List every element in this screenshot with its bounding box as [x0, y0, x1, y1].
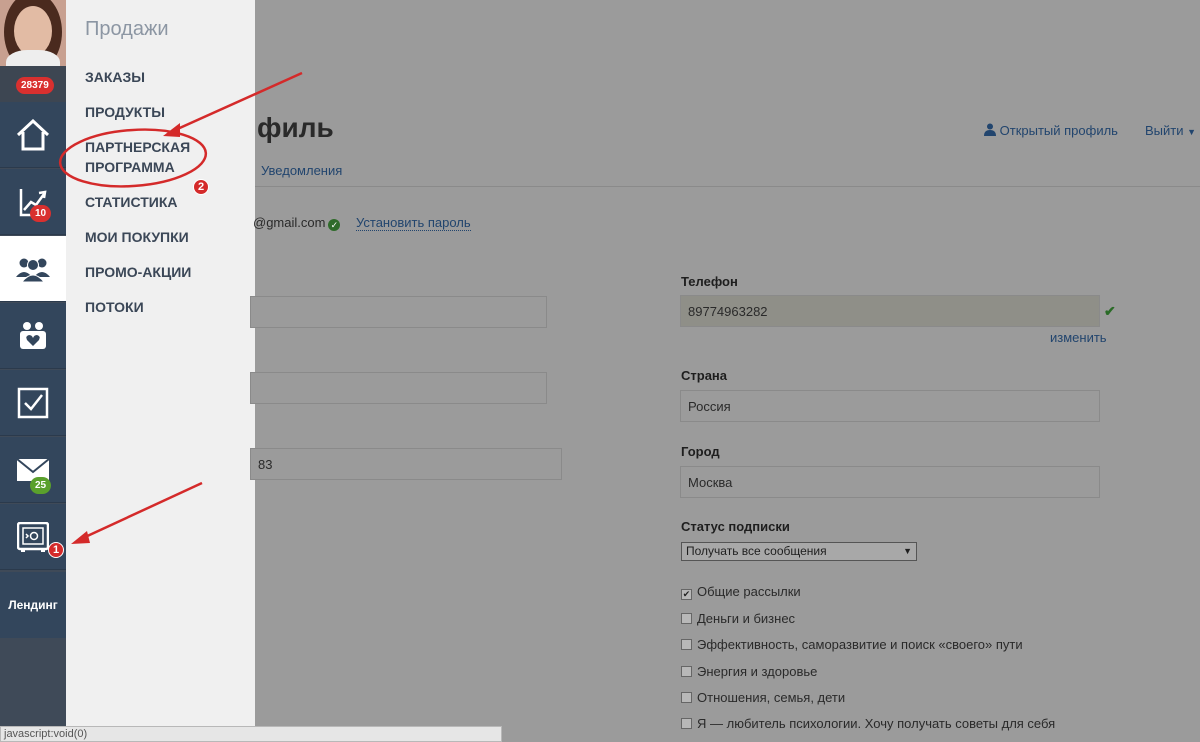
- open-profile-label: Открытый профиль: [999, 123, 1118, 138]
- flyout-title: Продажи: [85, 18, 169, 40]
- open-profile-link[interactable]: Открытый профиль: [984, 123, 1118, 138]
- first-name-field[interactable]: [250, 296, 547, 328]
- phone-label: Телефон: [681, 274, 738, 289]
- browser-status-bar: javascript:void(0): [0, 726, 502, 742]
- annotation-marker-1: 1: [48, 542, 64, 558]
- checkbox-psychology[interactable]: Я — любитель психологии. Хочу получать с…: [681, 716, 1055, 732]
- menu-item-streams[interactable]: ПОТОКИ: [85, 297, 144, 317]
- email-address: @gmail.com ✓: [253, 215, 341, 231]
- checkbox-box[interactable]: [681, 666, 692, 677]
- checkbox-label: Отношения, семья, дети: [697, 690, 846, 705]
- sales-flyout-menu: Продажи ЗАКАЗЫ ПРОДУКТЫ ПАРТНЕРСКАЯ ПРОГ…: [66, 0, 255, 742]
- icon-rail: 28379 10 25 Лендинг: [0, 0, 66, 742]
- menu-item-promo[interactable]: ПРОМО-АКЦИИ: [85, 262, 191, 282]
- city-label: Город: [681, 444, 720, 459]
- phone-verified-icon: ✔: [1104, 303, 1116, 319]
- rail-item-messages[interactable]: 25: [0, 437, 66, 503]
- select-arrow-icon: ▼: [903, 546, 912, 556]
- subscription-label: Статус подписки: [681, 519, 790, 534]
- users-group-icon: [16, 258, 50, 282]
- checkbox-box[interactable]: [681, 718, 692, 729]
- checkbox-money[interactable]: Деньги и бизнес: [681, 611, 795, 627]
- rail-item-statistics[interactable]: 10: [0, 169, 66, 235]
- user-icon: [984, 123, 996, 136]
- annotation-marker-2: 2: [193, 179, 209, 195]
- notification-counter-row: 28379: [0, 66, 66, 102]
- city-value: Москва: [688, 475, 733, 490]
- caret-down-icon: ▼: [1187, 127, 1197, 137]
- tabs-divider: [255, 186, 1200, 187]
- last-name-field[interactable]: [250, 372, 547, 404]
- messages-badge: 25: [30, 477, 52, 494]
- email-value: @gmail.com: [253, 215, 326, 230]
- tab-notifications[interactable]: Уведомления: [261, 163, 342, 178]
- menu-item-statistics[interactable]: СТАТИСТИКА: [85, 192, 178, 212]
- city-field[interactable]: Москва: [680, 466, 1100, 498]
- menu-item-partner-program[interactable]: ПАРТНЕРСКАЯ ПРОГРАММА: [85, 137, 190, 177]
- menu-item-my-purchases[interactable]: МОИ ПОКУПКИ: [85, 227, 189, 247]
- safe-icon: [17, 521, 49, 552]
- rail-item-landing[interactable]: Лендинг: [0, 572, 66, 638]
- profile-content: филь Открытый профиль Выйти ▼ Уведомлени…: [250, 0, 1200, 742]
- checkbox-tasks-icon: [17, 387, 49, 418]
- checkbox-label: Энергия и здоровье: [697, 664, 818, 679]
- change-phone-link[interactable]: изменить: [1050, 330, 1107, 345]
- avatar[interactable]: [0, 0, 66, 66]
- menu-item-products[interactable]: ПРОДУКТЫ: [85, 102, 165, 122]
- country-field[interactable]: Россия: [680, 390, 1100, 422]
- rail-item-family[interactable]: [0, 303, 66, 369]
- checkbox-general[interactable]: ✔ Общие рассылки: [681, 584, 801, 600]
- subscription-selected: Получать все сообщения: [686, 544, 827, 558]
- checkbox-box[interactable]: [681, 613, 692, 624]
- checkbox-efficiency[interactable]: Эффективность, саморазвитие и поиск «сво…: [681, 637, 1023, 653]
- rail-item-home[interactable]: [0, 102, 66, 168]
- checkbox-checked-icon[interactable]: ✔: [681, 589, 692, 600]
- logout-dropdown[interactable]: Выйти ▼: [1145, 123, 1196, 138]
- checkbox-energy[interactable]: Энергия и здоровье: [681, 664, 817, 680]
- notifications-badge[interactable]: 28379: [16, 77, 54, 94]
- page-title: филь: [257, 112, 334, 143]
- rail-item-partners[interactable]: [0, 236, 66, 302]
- verified-check-icon: ✓: [328, 219, 341, 231]
- menu-item-orders[interactable]: ЗАКАЗЫ: [85, 67, 145, 87]
- rail-item-tasks[interactable]: [0, 370, 66, 436]
- statistics-badge: 10: [30, 205, 52, 222]
- checkbox-label: Я — любитель психологии. Хочу получать с…: [697, 716, 1056, 731]
- checkbox-label: Эффективность, саморазвитие и поиск «сво…: [697, 637, 1023, 652]
- checkbox-label: Деньги и бизнес: [697, 611, 796, 626]
- phone-field[interactable]: 89774963282: [680, 295, 1100, 327]
- set-password-link[interactable]: Установить пароль: [356, 215, 471, 231]
- country-label: Страна: [681, 368, 728, 383]
- checkbox-box[interactable]: [681, 639, 692, 650]
- subscription-select[interactable]: Получать все сообщения ▼: [681, 542, 917, 561]
- country-value: Россия: [688, 399, 731, 414]
- phone-value: 89774963282: [688, 304, 768, 319]
- birthdate-value: 83: [258, 457, 273, 472]
- rail-item-sales[interactable]: [0, 504, 66, 570]
- checkbox-box[interactable]: [681, 692, 692, 703]
- checkbox-relations[interactable]: Отношения, семья, дети: [681, 690, 845, 706]
- home-icon: [16, 118, 50, 150]
- family-heart-icon: [20, 321, 46, 349]
- birthdate-field[interactable]: 83: [250, 448, 562, 480]
- checkbox-label: Общие рассылки: [697, 584, 801, 599]
- logout-label: Выйти: [1145, 123, 1184, 138]
